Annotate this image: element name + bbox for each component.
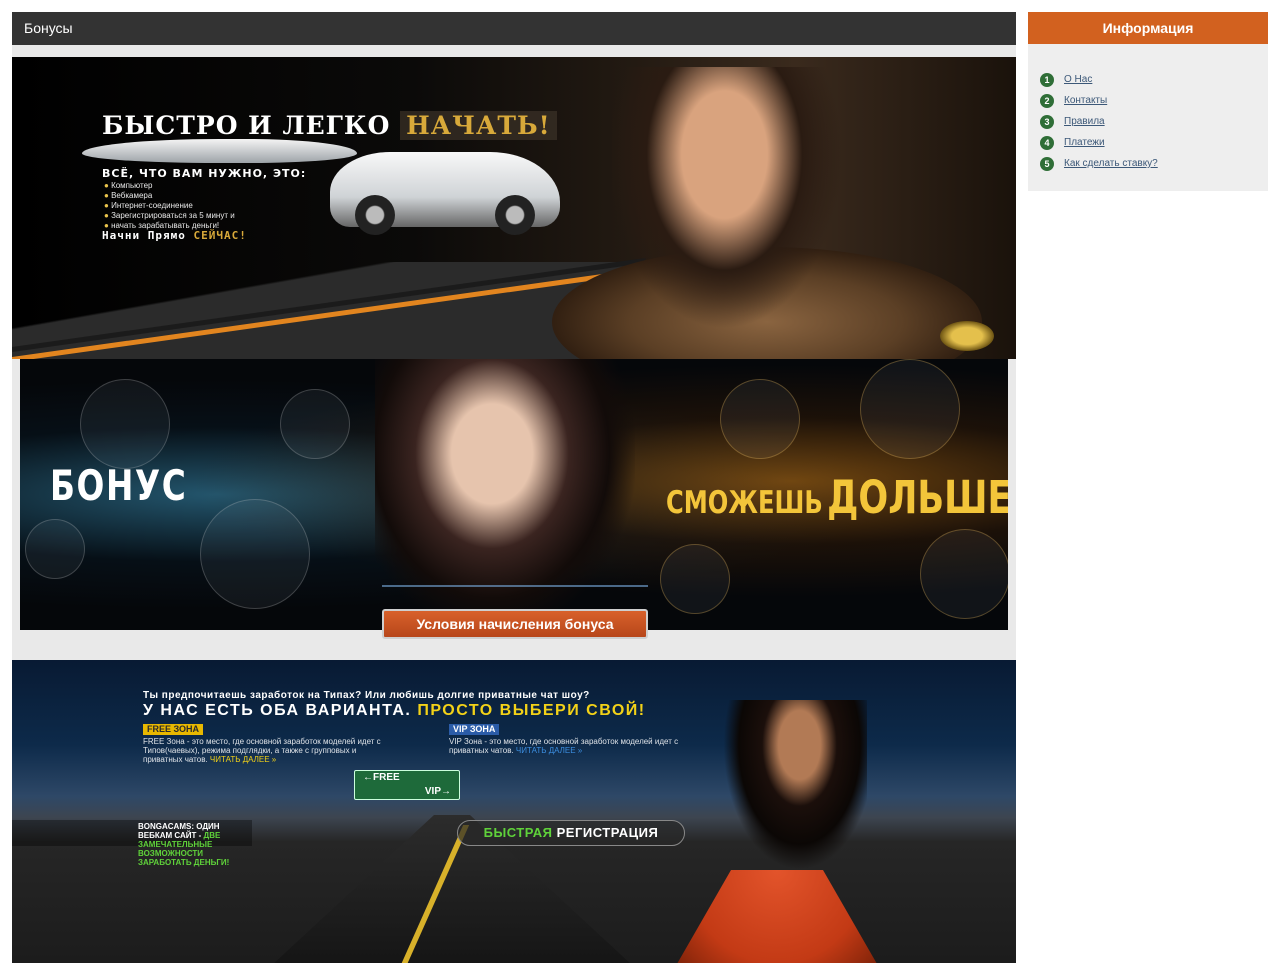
sidebar-link[interactable]: Контакты <box>1064 95 1107 106</box>
banner1-cta: Начни Прямо СЕЙЧАС! <box>102 229 247 242</box>
sidebar-link[interactable]: О Нас <box>1064 74 1092 85</box>
vip-read-more-link[interactable]: ЧИТАТЬ ДАЛЕЕ » <box>516 746 582 755</box>
list-item: Компьютер <box>104 181 235 191</box>
number-badge: 2 <box>1040 93 1054 108</box>
sidebar-item-payments[interactable]: 4 Платежи <box>1040 132 1268 153</box>
sidebar-item-rules[interactable]: 3 Правила <box>1040 111 1268 132</box>
free-read-more-link[interactable]: ЧИТАТЬ ДАЛЕЕ » <box>210 755 276 764</box>
banner-start-easy[interactable]: БЫСТРО И ЛЕГКО НАЧАТЬ! ВСЁ, ЧТО ВАМ НУЖН… <box>12 57 1016 359</box>
banner-bonus-background: БОНУС СМОЖЕШЬ ДОЛЬШЕ <box>20 359 1008 630</box>
longer-big: ДОЛЬШЕ <box>827 471 1008 524</box>
sign-free: ←FREE <box>363 772 400 783</box>
free-zone-tag: FREE ЗОНА <box>143 724 204 735</box>
header-spacer <box>12 45 1016 57</box>
reg-white: РЕГИСТРАЦИЯ <box>556 825 659 840</box>
jet-image <box>82 139 357 163</box>
headline-white: У НАС ЕСТЬ ОБА ВАРИАНТА. <box>143 702 412 719</box>
sidebar-item-how-to-bet[interactable]: 5 Как сделать ставку? <box>1040 153 1268 174</box>
bokeh-circle <box>920 529 1008 619</box>
banner-bonus-wrapper: БОНУС СМОЖЕШЬ ДОЛЬШЕ Условия начисления … <box>12 359 1016 660</box>
list-item: Зарегистрироваться за 5 минут и <box>104 211 235 221</box>
title-white: БЫСТРО И ЛЕГКО <box>102 111 391 140</box>
divider-line <box>382 585 648 587</box>
title-gold: НАЧАТЬ! <box>400 111 557 140</box>
longer-small: СМОЖЕШЬ <box>666 485 823 521</box>
sidebar-link[interactable]: Платежи <box>1064 137 1105 148</box>
model-image <box>612 67 862 359</box>
bonus-heading: БОНУС <box>50 461 188 510</box>
banner-zones[interactable]: Ты предпочитаешь заработок на Типах? Или… <box>12 660 1016 963</box>
model-image <box>717 700 867 880</box>
free-zone-text: FREE Зона - это место, где основной зара… <box>143 737 388 764</box>
car-image <box>330 152 560 235</box>
bokeh-circle <box>80 379 170 469</box>
sidebar-item-contacts[interactable]: 2 Контакты <box>1040 90 1268 111</box>
promo-text: BONGACAMS: ОДИН ВЕБКАМ САЙТ - ДВЕ ЗАМЕЧА… <box>12 820 252 867</box>
reg-green: БЫСТРАЯ <box>483 825 553 840</box>
info-sidebar: Информация 1 О Нас 2 Контакты 3 Правила … <box>1028 12 1268 191</box>
sidebar-title: Информация <box>1028 12 1268 44</box>
bokeh-circle <box>660 544 730 614</box>
bokeh-circle <box>25 519 85 579</box>
bongacams-logo-icon <box>940 321 994 351</box>
sidebar-item-about[interactable]: 1 О Нас <box>1040 69 1268 90</box>
zones-headline: У НАС ЕСТЬ ОБА ВАРИАНТА. ПРОСТО ВЫБЕРИ С… <box>143 702 646 720</box>
bokeh-circle <box>860 359 960 459</box>
cta-gold: СЕЙЧАС! <box>193 229 247 242</box>
vip-zone-tag: VIP ЗОНА <box>449 724 500 735</box>
bokeh-circle <box>280 389 350 459</box>
model-image <box>375 359 635 630</box>
sidebar-link[interactable]: Правила <box>1064 116 1105 127</box>
list-item: Интернет-соединение <box>104 201 235 211</box>
number-badge: 1 <box>1040 72 1054 87</box>
headline-yellow: ПРОСТО ВЫБЕРИ СВОЙ! <box>417 702 646 719</box>
cta-white: Начни Прямо <box>102 229 186 242</box>
banner1-title: БЫСТРО И ЛЕГКО НАЧАТЬ! <box>102 111 557 140</box>
longer-heading: СМОЖЕШЬ ДОЛЬШЕ <box>666 471 1008 524</box>
sign-vip: VIP→ <box>424 786 451 797</box>
zones-question: Ты предпочитаешь заработок на Типах? Или… <box>143 690 590 701</box>
quick-registration-button[interactable]: БЫСТРАЯ РЕГИСТРАЦИЯ <box>457 820 685 846</box>
list-item: Вебкамера <box>104 191 235 201</box>
number-badge: 4 <box>1040 135 1054 150</box>
bonus-conditions-button[interactable]: Условия начисления бонуса <box>382 609 648 639</box>
requirements-list: Компьютер Вебкамера Интернет-соединение … <box>104 181 235 231</box>
banner-bonus[interactable]: БОНУС СМОЖЕШЬ ДОЛЬШЕ Условия начисления … <box>20 359 1008 639</box>
road-sign: ←FREE VIP→ <box>354 770 460 800</box>
page-title: Бонусы <box>12 12 1016 45</box>
bokeh-circle <box>200 499 310 609</box>
sidebar-link[interactable]: Как сделать ставку? <box>1064 158 1158 169</box>
number-badge: 3 <box>1040 114 1054 129</box>
vip-zone-text: VIP Зона - это место, где основной зараб… <box>449 737 699 755</box>
banner1-subtitle: ВСЁ, ЧТО ВАМ НУЖНО, ЭТО: <box>102 167 307 180</box>
sidebar-list: 1 О Нас 2 Контакты 3 Правила 4 Платежи 5… <box>1028 44 1268 191</box>
bokeh-circle <box>720 379 800 459</box>
skirt-graphic <box>662 870 892 963</box>
main-column: Бонусы БЫСТРО И ЛЕГКО НАЧАТЬ! ВСЁ, ЧТО В… <box>12 12 1016 963</box>
number-badge: 5 <box>1040 156 1054 171</box>
